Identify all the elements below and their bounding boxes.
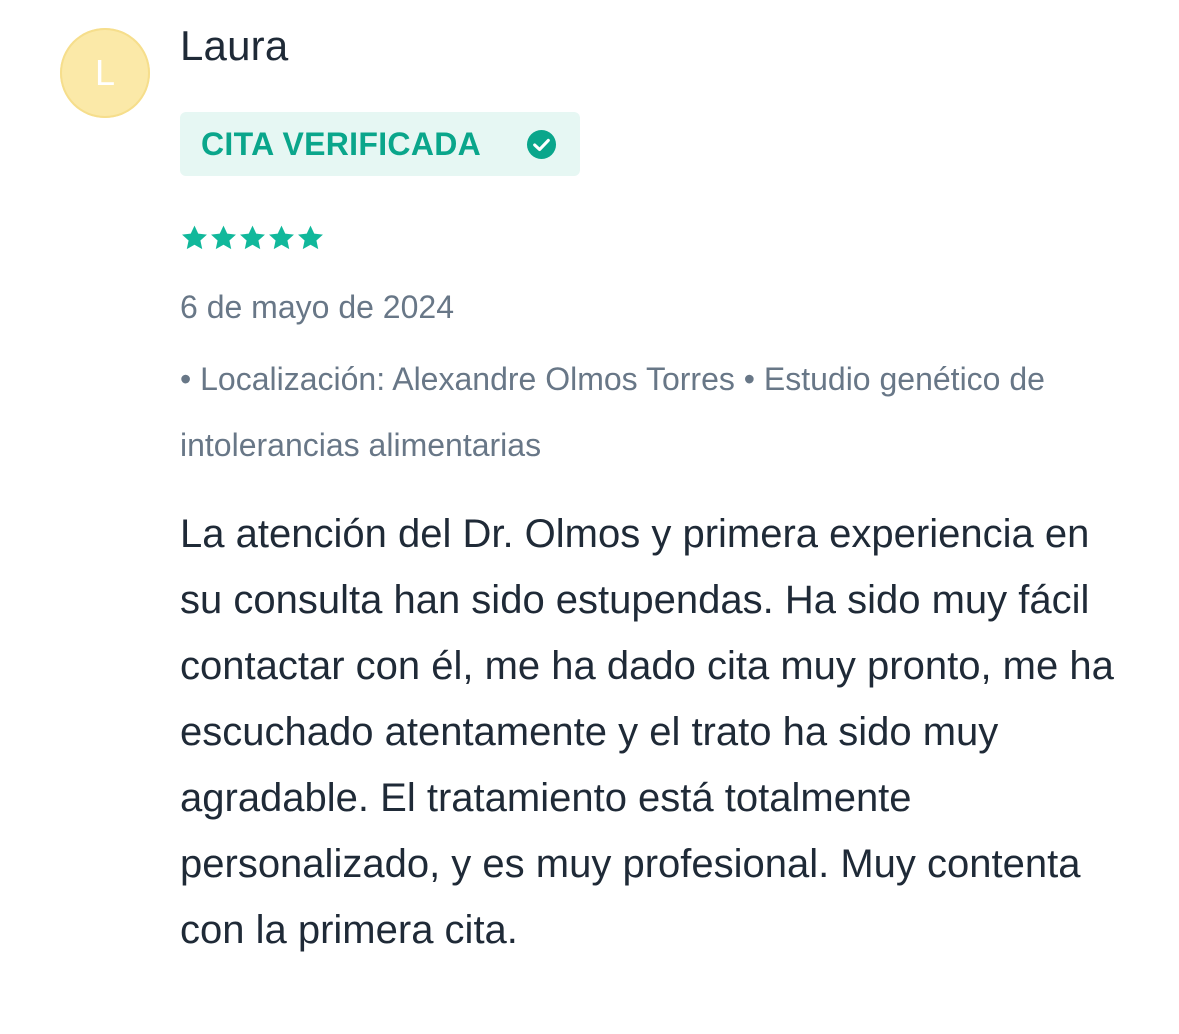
check-circle-icon — [526, 129, 557, 160]
review-text: La atención del Dr. Olmos y primera expe… — [180, 512, 1114, 952]
star-rating — [180, 222, 325, 256]
review-card: L Laura CITA VERIFICADA 6 de mayo de 202… — [0, 0, 1179, 1034]
star-icon — [298, 225, 323, 250]
star-icon — [269, 225, 294, 250]
star-icon — [182, 225, 207, 250]
avatar: L — [60, 28, 150, 118]
verified-badge-label: CITA VERIFICADA — [201, 126, 482, 162]
star-icon — [240, 225, 265, 250]
author-name: Laura — [180, 22, 289, 69]
star-icon — [211, 225, 236, 250]
review-location-service: • Localización: Alexandre Olmos Torres •… — [180, 361, 1045, 463]
verified-appointment-badge: CITA VERIFICADA — [180, 112, 580, 176]
review-date: 6 de mayo de 2024 — [180, 289, 454, 325]
